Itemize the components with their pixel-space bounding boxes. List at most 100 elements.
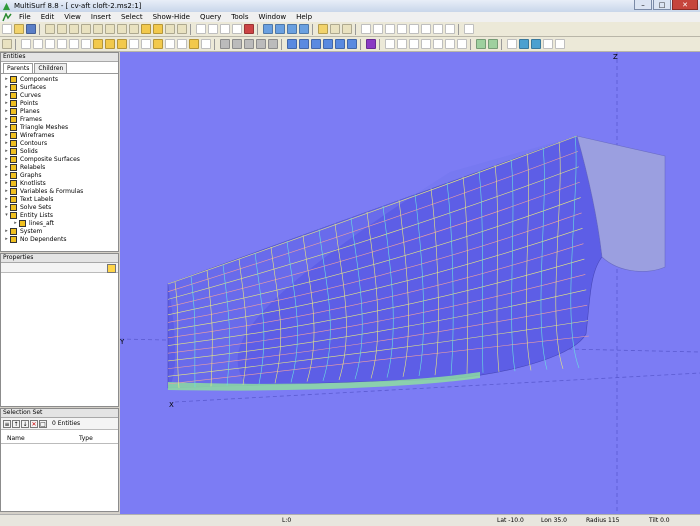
display-mode-1-icon[interactable] [507, 39, 517, 49]
vis-text-icon[interactable] [177, 39, 187, 49]
close-button[interactable]: ✕ [672, 0, 698, 10]
tree-item-contours[interactable]: ▸ Contours [3, 139, 118, 147]
insert-snake-icon[interactable] [117, 24, 127, 34]
select-children-icon[interactable] [397, 24, 407, 34]
model-viewport[interactable]: Z Y X [120, 52, 700, 514]
tree-item-curves[interactable]: ▸ Curves [3, 91, 118, 99]
delete-icon[interactable]: ✕ [30, 419, 38, 428]
tree-item-text-labels[interactable]: ▸ Text Labels [3, 195, 118, 203]
insert-magnet-icon[interactable] [177, 24, 187, 34]
tree-item-triangle-meshes[interactable]: ▸ Triangle Meshes [3, 123, 118, 131]
cursor-tool-icon[interactable] [263, 24, 273, 34]
multisurf-logo-icon[interactable] [2, 12, 12, 22]
tree-item-knotlists[interactable]: ▸ Knotlists [3, 179, 118, 187]
tree-item-surfaces[interactable]: ▸ Surfaces [3, 83, 118, 91]
view-layout-3-icon[interactable] [220, 24, 230, 34]
tree-item-points[interactable]: ▸ Points [3, 99, 118, 107]
zoom-window-icon[interactable] [421, 39, 431, 49]
select-none-icon[interactable] [421, 24, 431, 34]
tree-item-composite-surfaces[interactable]: ▸ Composite Surfaces [3, 155, 118, 163]
view-layout-5-icon[interactable] [244, 24, 254, 34]
tree-item-graphs[interactable]: ▸ Graphs [3, 171, 118, 179]
select-hidden-icon[interactable] [445, 24, 455, 34]
expander-icon[interactable]: ▸ [3, 116, 10, 122]
color-2-icon[interactable] [299, 39, 309, 49]
orient-icon[interactable] [385, 39, 395, 49]
maximize-button[interactable]: □ [653, 0, 671, 10]
insert-surface-icon[interactable] [141, 24, 151, 34]
vis-lists-icon[interactable] [201, 39, 211, 49]
tree-item-no-dependents[interactable]: ▸ No Dependents [3, 235, 118, 243]
menu-query[interactable]: Query [195, 13, 226, 21]
tree-item-lines-aft[interactable]: ▸ lines_aft [3, 219, 118, 227]
insert-line-icon[interactable] [93, 24, 103, 34]
expander-icon[interactable]: ▸ [3, 84, 10, 90]
render-hidden-icon[interactable] [488, 39, 498, 49]
select-box-icon[interactable] [373, 24, 383, 34]
view-layout-4-icon[interactable] [232, 24, 242, 34]
vis-variables-icon[interactable] [165, 39, 175, 49]
tool-c-icon[interactable] [342, 24, 352, 34]
view-layout-1-icon[interactable] [196, 24, 206, 34]
vis-points-icon[interactable] [21, 39, 31, 49]
menu-insert[interactable]: Insert [86, 13, 116, 21]
expander-icon[interactable]: ▸ [3, 124, 10, 130]
menu-show-hide[interactable]: Show-Hide [148, 13, 195, 21]
open-file-icon[interactable] [14, 24, 24, 34]
tab-parents[interactable]: Parents [3, 63, 34, 73]
expander-icon[interactable]: ▸ [3, 132, 10, 138]
display-mode-2-icon[interactable] [519, 39, 529, 49]
expander-icon[interactable]: ▸ [12, 220, 19, 226]
menu-file[interactable]: File [14, 13, 36, 21]
insert-relabel-icon[interactable] [165, 24, 175, 34]
expander-icon[interactable]: ▸ [3, 172, 10, 178]
insert-projection-icon[interactable] [129, 24, 139, 34]
view-layout-2-icon[interactable] [208, 24, 218, 34]
show-hide-point-icon[interactable] [2, 39, 12, 49]
color-5-icon[interactable] [335, 39, 345, 49]
vis-contours-icon[interactable] [105, 39, 115, 49]
expander-icon[interactable]: ▾ [3, 212, 10, 218]
render-wire-icon[interactable] [476, 39, 486, 49]
move-up-icon[interactable]: ↑ [12, 419, 20, 428]
menu-tools[interactable]: Tools [226, 13, 253, 21]
properties-edit-icon[interactable] [107, 264, 116, 273]
insert-lofted-surface-icon[interactable] [153, 24, 163, 34]
expander-icon[interactable]: ▸ [3, 188, 10, 194]
vis-labels-icon[interactable] [129, 39, 139, 49]
select-invert-icon[interactable] [433, 24, 443, 34]
vis-graphs-icon[interactable] [141, 39, 151, 49]
move-down-icon[interactable]: ↓ [21, 419, 29, 428]
display-e-icon[interactable] [268, 39, 278, 49]
color-6-icon[interactable] [347, 39, 357, 49]
expander-icon[interactable]: ▸ [3, 92, 10, 98]
new-file-icon[interactable] [2, 24, 12, 34]
vis-frames-icon[interactable] [81, 39, 91, 49]
insert-arc-icon[interactable] [81, 24, 91, 34]
vis-curves-icon[interactable] [33, 39, 43, 49]
insert-curve-icon[interactable] [57, 24, 67, 34]
vis-solids-icon[interactable] [117, 39, 127, 49]
color-1-icon[interactable] [287, 39, 297, 49]
drag-point-icon[interactable] [275, 24, 285, 34]
expander-icon[interactable]: ▸ [3, 164, 10, 170]
expander-icon[interactable]: ▸ [3, 180, 10, 186]
tree-item-solids[interactable]: ▸ Solids [3, 147, 118, 155]
insert-bcurve-icon[interactable] [69, 24, 79, 34]
display-b-icon[interactable] [232, 39, 242, 49]
expander-icon[interactable]: ▸ [3, 196, 10, 202]
display-d-icon[interactable] [256, 39, 266, 49]
drag-surface-icon[interactable] [299, 24, 309, 34]
display-mode-5-icon[interactable] [555, 39, 565, 49]
vis-surfaces-icon[interactable] [57, 39, 67, 49]
vis-planes-icon[interactable] [69, 39, 79, 49]
zoom-in-icon[interactable] [397, 39, 407, 49]
tool-a-icon[interactable] [318, 24, 328, 34]
tree-item-solve-sets[interactable]: ▸ Solve Sets [3, 203, 118, 211]
zoom-extents-icon[interactable] [433, 39, 443, 49]
hull-model[interactable] [120, 52, 700, 514]
vis-snakes-icon[interactable] [45, 39, 55, 49]
expander-icon[interactable]: ▸ [3, 204, 10, 210]
tree-item-relabels[interactable]: ▸ Relabels [3, 163, 118, 171]
tab-children[interactable]: Children [34, 63, 68, 73]
